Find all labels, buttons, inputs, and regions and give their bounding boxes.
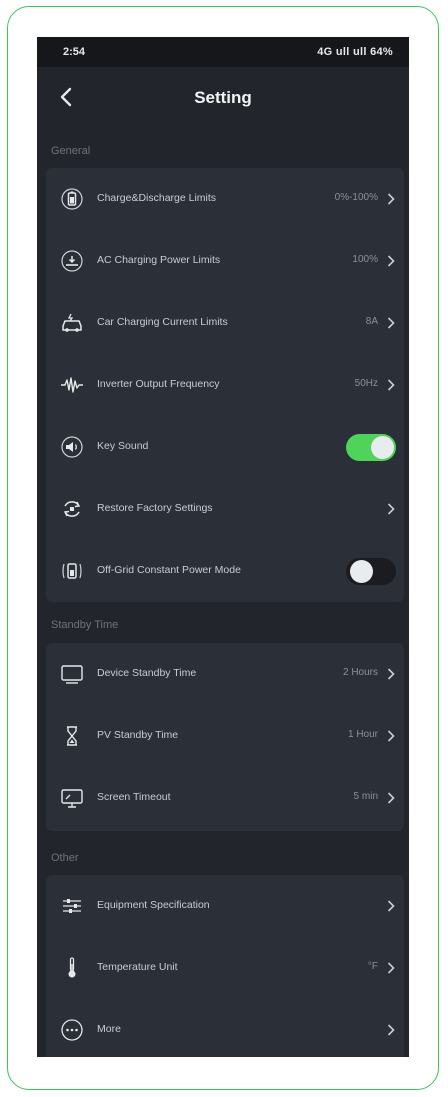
setting-label: Key Sound xyxy=(97,440,149,452)
device-screen-icon xyxy=(61,665,83,684)
chevron-right-icon xyxy=(387,379,395,391)
chevron-right-icon xyxy=(387,193,395,205)
toggle-knob xyxy=(371,436,394,459)
setting-label: Temperature Unit xyxy=(97,961,178,973)
speaker-icon xyxy=(61,436,83,458)
setting-label: Equipment Specification xyxy=(97,899,210,911)
setting-label: Charge&Discharge Limits xyxy=(97,192,217,204)
setting-more[interactable]: More xyxy=(46,999,404,1057)
chevron-right-icon xyxy=(387,730,395,742)
more-icon xyxy=(61,1019,83,1041)
toggle-knob xyxy=(350,560,373,583)
setting-value: 0%-100% xyxy=(334,192,378,203)
chevron-right-icon xyxy=(387,668,395,680)
setting-value: 1 Hour xyxy=(347,729,378,740)
setting-label: Restore Factory Settings xyxy=(97,502,213,514)
header: Setting xyxy=(37,67,409,129)
setting-label: More xyxy=(97,1023,121,1035)
section-label-general: General xyxy=(51,145,91,157)
waveform-icon xyxy=(61,377,83,393)
setting-label: Off-Grid Constant Power Mode xyxy=(97,564,241,576)
section-label-standby-time: Standby Time xyxy=(51,619,119,631)
car-charger-icon xyxy=(62,313,82,332)
section-label-other: Other xyxy=(51,852,79,864)
general-card: Charge&Discharge Limits 0%-100% AC Charg… xyxy=(46,168,404,602)
setting-value: 50Hz xyxy=(354,378,378,389)
status-time: 2:54 xyxy=(63,46,86,58)
settings-screen: 2:54 4G ull ull 64% Setting General Char… xyxy=(37,37,409,1057)
power-bank-icon xyxy=(62,563,82,579)
setting-car-charging-current-limits[interactable]: Car Charging Current Limits 8A xyxy=(46,292,404,354)
setting-value: 100% xyxy=(352,254,378,265)
setting-ac-charging-power-limits[interactable]: AC Charging Power Limits 100% xyxy=(46,230,404,292)
other-card: Equipment Specification Temperature Unit… xyxy=(46,875,404,1057)
setting-value: 5 min xyxy=(353,791,378,802)
setting-pv-standby-time[interactable]: PV Standby Time 1 Hour xyxy=(46,705,404,767)
sliders-icon xyxy=(63,899,81,913)
setting-charge-discharge-limits[interactable]: Charge&Discharge Limits 0%-100% xyxy=(46,168,404,230)
chevron-right-icon xyxy=(387,962,395,974)
chevron-right-icon xyxy=(387,1024,395,1036)
chevron-right-icon xyxy=(387,317,395,329)
setting-label: PV Standby Time xyxy=(97,729,179,741)
chevron-right-icon xyxy=(387,792,395,804)
setting-restore-factory-settings[interactable]: Restore Factory Settings xyxy=(46,478,404,540)
setting-label: AC Charging Power Limits xyxy=(97,254,221,266)
setting-value: °F xyxy=(367,961,378,972)
standby-card: Device Standby Time 2 Hours PV Standby T… xyxy=(46,643,404,831)
setting-value: 8A xyxy=(365,316,378,327)
setting-label: Car Charging Current Limits xyxy=(97,316,228,328)
status-bar: 2:54 4G ull ull 64% xyxy=(37,37,409,67)
setting-label: Device Standby Time xyxy=(97,667,197,679)
setting-value: 2 Hours xyxy=(342,667,378,678)
battery-limit-icon xyxy=(61,188,83,210)
setting-key-sound: Key Sound xyxy=(46,416,404,478)
setting-equipment-specification[interactable]: Equipment Specification xyxy=(46,875,404,937)
hourglass-icon xyxy=(67,726,77,746)
key-sound-toggle[interactable] xyxy=(346,434,396,461)
setting-device-standby-time[interactable]: Device Standby Time 2 Hours xyxy=(46,643,404,705)
ac-plug-icon xyxy=(61,250,83,272)
setting-inverter-output-frequency[interactable]: Inverter Output Frequency 50Hz xyxy=(46,354,404,416)
setting-temperature-unit[interactable]: Temperature Unit °F xyxy=(46,937,404,999)
status-indicators: 4G ull ull 64% xyxy=(317,46,393,58)
restore-icon xyxy=(63,501,81,517)
off-grid-mode-toggle[interactable] xyxy=(346,558,396,585)
chevron-right-icon xyxy=(387,255,395,267)
chevron-right-icon xyxy=(387,503,395,515)
setting-screen-timeout[interactable]: Screen Timeout 5 min xyxy=(46,767,404,829)
setting-label: Inverter Output Frequency xyxy=(97,378,220,390)
setting-off-grid-constant-power-mode: Off-Grid Constant Power Mode xyxy=(46,540,404,602)
monitor-timer-icon xyxy=(61,789,83,808)
setting-label: Screen Timeout xyxy=(97,791,171,803)
thermometer-icon xyxy=(68,957,76,978)
chevron-right-icon xyxy=(387,900,395,912)
page-title: Setting xyxy=(194,88,252,107)
